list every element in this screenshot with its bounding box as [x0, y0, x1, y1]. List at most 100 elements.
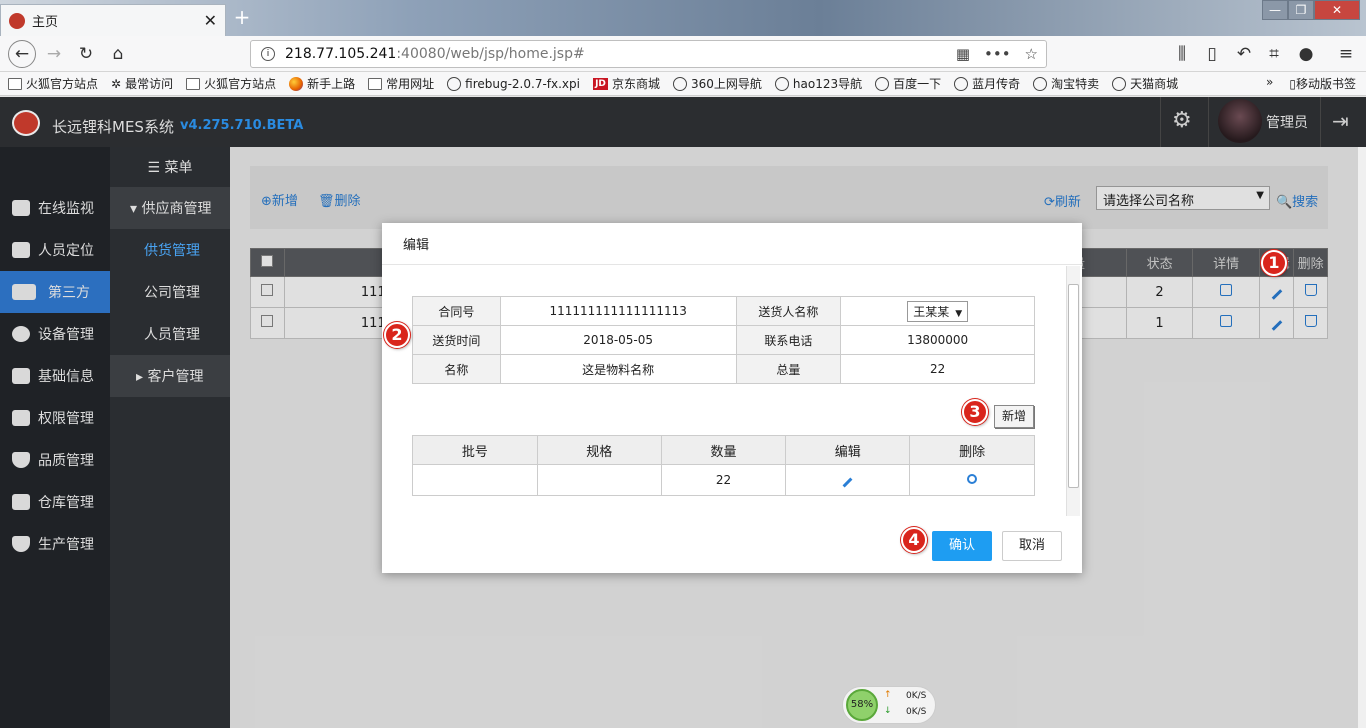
- total-value[interactable]: 22: [840, 354, 1035, 384]
- globe-icon: [774, 76, 789, 91]
- close-window-button[interactable]: ✕: [1314, 0, 1360, 20]
- bookmark-item[interactable]: 天猫商城: [1112, 75, 1178, 92]
- remove-circle-icon[interactable]: [967, 474, 978, 484]
- bookmark-item[interactable]: 新手上路: [289, 75, 355, 92]
- bookmark-item[interactable]: 火狐官方站点: [8, 75, 98, 92]
- sidebar-item-third-party[interactable]: 第三方: [0, 271, 110, 313]
- logout-icon[interactable]: ⇥: [1332, 109, 1349, 133]
- tab-close-icon[interactable]: ✕: [204, 11, 217, 30]
- new-tab-button[interactable]: +: [230, 5, 254, 29]
- edit-cell[interactable]: [785, 464, 911, 496]
- menu-header[interactable]: ☰ 菜单: [110, 147, 230, 187]
- sidebar-item-warehouse[interactable]: 仓库管理: [0, 481, 110, 523]
- bookmark-item[interactable]: ✲ 最常访问: [111, 75, 173, 92]
- library-icon[interactable]: ⫼: [1170, 43, 1194, 65]
- sender-cell[interactable]: 王某某 ▼: [840, 296, 1035, 326]
- bookmark-item[interactable]: 蓝月传奇: [954, 75, 1020, 92]
- page-actions-icon[interactable]: •••: [984, 45, 1011, 63]
- bookmark-item[interactable]: hao123导航: [774, 75, 863, 92]
- bookmark-item[interactable]: 火狐官方站点: [186, 75, 276, 92]
- bookmark-star-icon[interactable]: ☆: [1025, 45, 1038, 63]
- date-value[interactable]: 2018-05-05: [499, 325, 737, 355]
- pencil-icon[interactable]: [842, 477, 853, 488]
- modal-scroll-thumb[interactable]: [1068, 284, 1079, 488]
- column-header: 规格: [536, 435, 662, 465]
- home-icon[interactable]: ⌂: [106, 43, 130, 65]
- submenu-group-supplier[interactable]: ▾ 供应商管理: [110, 187, 230, 229]
- submenu-item-supply[interactable]: 供货管理: [110, 229, 230, 271]
- sidebar-item-location[interactable]: 人员定位: [0, 229, 110, 271]
- sidebar-item-label: 生产管理: [38, 537, 94, 553]
- jd-icon: JD: [592, 77, 608, 90]
- sidebar-item-label: 权限管理: [38, 411, 94, 427]
- phone-value[interactable]: 13800000: [840, 325, 1035, 355]
- back-icon[interactable]: ←: [8, 40, 36, 68]
- minimize-button[interactable]: —: [1262, 0, 1288, 20]
- page-scrollbar[interactable]: [1358, 147, 1366, 728]
- confirm-button[interactable]: 确认: [932, 531, 992, 561]
- form-row: 合同号 111111111111111113 送货人名称 王某某 ▼: [412, 296, 1035, 326]
- name-value[interactable]: 这是物料名称: [499, 354, 737, 384]
- submenu-group-customer[interactable]: ▸ 客户管理: [110, 355, 230, 397]
- phone-icon: ▯: [1289, 77, 1296, 91]
- bookmark-label: hao123导航: [792, 77, 863, 91]
- date-label: 送货时间: [412, 325, 501, 355]
- url-bar[interactable]: i 218.77.105.241 :40080/web/jsp/home.jsp…: [250, 40, 1047, 68]
- cancel-button[interactable]: 取消: [1002, 531, 1062, 561]
- submenu-item-personnel[interactable]: 人员管理: [110, 313, 230, 355]
- bookmarks-bar: 火狐官方站点 ✲ 最常访问 火狐官方站点 新手上路 常用网址 firebug-2.…: [0, 72, 1366, 96]
- sidebar-item-label: 在线监视: [38, 201, 94, 217]
- edit-modal: [382, 223, 1082, 573]
- column-header: 删除: [909, 435, 1035, 465]
- upload-speed: 0K/S: [906, 691, 927, 701]
- submenu-item-company[interactable]: 公司管理: [110, 271, 230, 313]
- sidebar-toggle-icon[interactable]: ▯: [1200, 43, 1224, 65]
- maximize-button[interactable]: ❐: [1288, 0, 1314, 20]
- sidebar-item-production[interactable]: 生产管理: [0, 523, 110, 565]
- url-path: :40080/web/jsp/home.jsp#: [396, 46, 585, 62]
- settings-gear-icon[interactable]: ⚙: [1172, 108, 1192, 133]
- undo-icon[interactable]: ↶: [1232, 43, 1256, 65]
- contract-label: 合同号: [412, 296, 501, 326]
- sidebar-item-equipment[interactable]: 设备管理: [0, 313, 110, 355]
- bookmark-item[interactable]: 360上网导航: [673, 75, 762, 92]
- table-row[interactable]: 22: [412, 464, 1035, 496]
- edit-form-table: 合同号 111111111111111113 送货人名称 王某某 ▼ 送货时间 2…: [412, 296, 1035, 384]
- crop-icon[interactable]: ⌗: [1262, 43, 1286, 65]
- delete-cell[interactable]: [909, 464, 1035, 496]
- name-label: 名称: [412, 354, 501, 384]
- qr-code-icon[interactable]: ▦: [956, 45, 970, 63]
- handshake-icon: [12, 284, 36, 300]
- bookmark-item[interactable]: 常用网址: [368, 75, 434, 92]
- chat-icon[interactable]: ●: [1294, 43, 1318, 65]
- globe-icon: [1112, 76, 1127, 91]
- bookmark-item[interactable]: firebug-2.0.7-fx.xpi: [447, 76, 580, 91]
- add-detail-button[interactable]: 新增: [994, 405, 1034, 428]
- mobile-bookmarks[interactable]: ▯移动版书签: [1289, 75, 1356, 92]
- bookmark-item[interactable]: 淘宝特卖: [1033, 75, 1099, 92]
- bookmark-label: 360上网导航: [691, 77, 762, 91]
- browser-tab[interactable]: 主页 ✕: [0, 4, 226, 36]
- contract-value[interactable]: 111111111111111113: [499, 296, 737, 326]
- folder-icon: [186, 77, 201, 90]
- primary-sidebar: 在线监视 人员定位 第三方 设备管理 基础信息 权限管理 品质管理 仓库管理 生…: [0, 147, 110, 728]
- header-divider: [1320, 97, 1321, 147]
- reload-icon[interactable]: ↻: [74, 43, 98, 65]
- column-header: 数量: [660, 435, 787, 465]
- hamburger-menu-icon[interactable]: ≡: [1334, 43, 1358, 65]
- user-name[interactable]: 管理员: [1266, 112, 1308, 132]
- sidebar-item-quality[interactable]: 品质管理: [0, 439, 110, 481]
- sidebar-item-monitor[interactable]: 在线监视: [0, 187, 110, 229]
- site-info-icon[interactable]: i: [261, 47, 275, 61]
- forward-icon[interactable]: →: [42, 43, 66, 65]
- detail-header-row: 批号 规格 数量 编辑 删除: [412, 435, 1035, 465]
- sidebar-item-permissions[interactable]: 权限管理: [0, 397, 110, 439]
- bookmarks-overflow-icon[interactable]: »: [1266, 75, 1273, 92]
- avatar[interactable]: [1218, 99, 1262, 143]
- bookmark-item[interactable]: 百度一下: [875, 75, 941, 92]
- sidebar-item-basic-info[interactable]: 基础信息: [0, 355, 110, 397]
- bookmark-item[interactable]: JD 京东商城: [592, 75, 660, 92]
- column-header: 编辑: [785, 435, 911, 465]
- sender-select[interactable]: 王某某 ▼: [907, 300, 969, 322]
- tab-favicon-icon: [9, 12, 25, 29]
